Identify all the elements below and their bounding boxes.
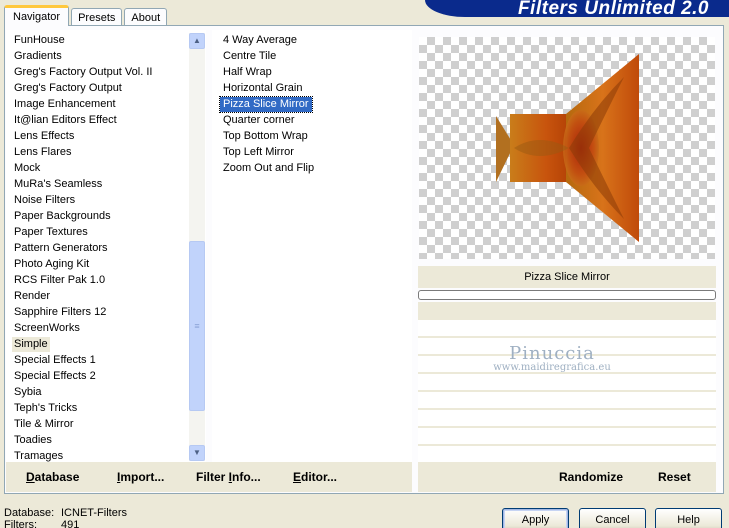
parameter-row[interactable] [418, 392, 716, 408]
tab-bar: Navigator Presets About [4, 5, 169, 26]
scroll-thumb[interactable]: ≡ [189, 241, 205, 411]
import-button[interactable]: Import... [117, 470, 164, 484]
parameter-row[interactable] [418, 356, 716, 372]
status-database-label: Database: [4, 507, 55, 519]
category-item[interactable]: Image Enhancement [12, 97, 118, 112]
parameter-row[interactable] [418, 410, 716, 426]
category-item[interactable]: ScreenWorks [12, 321, 82, 336]
category-item[interactable]: Tramages [12, 449, 65, 462]
category-item[interactable]: Special Effects 1 [12, 353, 98, 368]
app-title: Filters Unlimited 2.0 [517, 0, 709, 19]
preview-graphic [496, 54, 639, 242]
tab-about[interactable]: About [124, 8, 168, 26]
category-scrollbar[interactable]: ▲ ≡ ▼ [189, 33, 205, 461]
category-item[interactable]: Special Effects 2 [12, 369, 98, 384]
parameter-area [418, 302, 716, 462]
category-item[interactable]: Mock [12, 161, 42, 176]
category-item[interactable]: FunHouse [12, 33, 67, 48]
parameter-row[interactable] [418, 428, 716, 444]
category-item[interactable]: Paper Textures [12, 225, 90, 240]
category-item[interactable]: Sybia [12, 385, 44, 400]
progress-bar [418, 290, 716, 300]
filter-item[interactable]: Horizontal Grain [220, 81, 305, 96]
tab-presets[interactable]: Presets [71, 8, 123, 26]
status-database-value: ICNET-Filters [61, 507, 127, 519]
parameter-row[interactable] [418, 446, 716, 462]
category-item[interactable]: Pattern Generators [12, 241, 110, 256]
navigator-toolbar: Database Import... Filter Info... Editor… [6, 462, 412, 492]
category-item[interactable]: Lens Flares [12, 145, 73, 160]
randomize-button[interactable]: Randomize [559, 470, 623, 484]
scroll-down-arrow-icon[interactable]: ▼ [189, 445, 205, 461]
category-item[interactable]: Gradients [12, 49, 64, 64]
filter-list[interactable]: 4 Way Average Centre Tile Half Wrap Horizon… [212, 30, 412, 462]
reset-button[interactable]: Reset [658, 470, 691, 484]
category-item[interactable]: Teph's Tricks [12, 401, 79, 416]
filter-item[interactable]: 4 Way Average [220, 33, 300, 48]
category-item[interactable]: MuRa's Seamless [12, 177, 104, 192]
filter-item[interactable]: Pizza Slice Mirror [219, 96, 313, 113]
filter-item[interactable]: Top Left Mirror [220, 145, 297, 160]
filter-item[interactable]: Centre Tile [220, 49, 279, 64]
scroll-up-arrow-icon[interactable]: ▲ [189, 33, 205, 49]
category-item[interactable]: Render [12, 289, 52, 304]
preview-image [419, 37, 715, 259]
category-list[interactable]: FunHouse Gradients Greg's Factory Output V… [6, 30, 206, 462]
parameter-row[interactable] [418, 338, 716, 354]
preview-toolbar: Randomize Reset [418, 462, 716, 492]
grip-icon: ≡ [194, 321, 200, 331]
help-button[interactable]: Help [655, 508, 722, 528]
category-item[interactable]: Simple [12, 337, 50, 352]
category-item[interactable]: Toadies [12, 433, 54, 448]
parameter-row[interactable] [418, 320, 716, 336]
title-banner: Filters Unlimited 2.0 [425, 0, 729, 19]
filter-info-button[interactable]: Filter Info... [196, 470, 261, 484]
database-button[interactable]: Database [26, 470, 79, 484]
category-item[interactable]: Greg's Factory Output Vol. II [12, 65, 154, 80]
tab-navigator[interactable]: Navigator [4, 5, 70, 26]
parameter-row[interactable] [418, 374, 716, 390]
category-item[interactable]: Tile & Mirror [12, 417, 75, 432]
status-database: Database: ICNET-Filters [4, 507, 127, 519]
filter-item[interactable]: Top Bottom Wrap [220, 129, 311, 144]
category-item[interactable]: Sapphire Filters 12 [12, 305, 108, 320]
filter-item[interactable]: Zoom Out and Flip [220, 161, 317, 176]
filter-item[interactable]: Half Wrap [220, 65, 275, 80]
status-filters-label: Filters: [4, 519, 37, 528]
category-item[interactable]: Photo Aging Kit [12, 257, 91, 272]
category-item[interactable]: RCS Filter Pak 1.0 [12, 273, 107, 288]
status-filters: Filters: 491 [4, 519, 79, 528]
editor-button[interactable]: Editor... [293, 470, 337, 484]
category-item[interactable]: Noise Filters [12, 193, 77, 208]
apply-button[interactable]: Apply [502, 508, 569, 528]
category-item[interactable]: Greg's Factory Output [12, 81, 124, 96]
filter-item[interactable]: Quarter corner [220, 113, 298, 128]
cancel-button[interactable]: Cancel [579, 508, 646, 528]
category-item[interactable]: It@lian Editors Effect [12, 113, 119, 128]
category-item[interactable]: Paper Backgrounds [12, 209, 113, 224]
status-filters-value: 491 [61, 519, 80, 528]
current-filter-name: Pizza Slice Mirror [418, 266, 716, 288]
category-item[interactable]: Lens Effects [12, 129, 76, 144]
